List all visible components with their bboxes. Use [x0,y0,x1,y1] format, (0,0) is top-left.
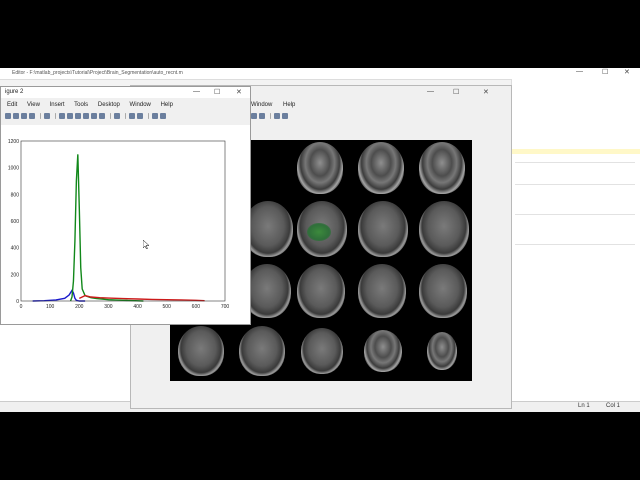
toolbar-icon[interactable] [282,113,288,119]
pan-icon[interactable] [75,113,81,119]
mri-slice [297,264,345,318]
y-tick-label: 1200 [8,139,19,145]
mri-slice [178,326,224,376]
x-tick-label: 400 [133,304,142,310]
fig2-close-button[interactable]: ✕ [236,88,242,96]
toolbar-separator [148,113,149,119]
y-tick-label: 0 [16,299,19,305]
histogram-series-0 [32,288,86,302]
fig2-title: igure 2 [5,89,24,95]
brush-icon[interactable] [99,113,105,119]
mri-slice [301,328,343,374]
x-tick-label: 100 [46,304,55,310]
menu-help[interactable]: Help [283,102,295,108]
histogram-plot-area: 0 100 200 300 400 500 600 700 0 200 400 600 800 1000 1… [1,125,250,324]
tumor-segmentation [307,223,331,241]
menu-window[interactable]: Window [251,102,272,108]
zoom-out-icon[interactable] [67,113,73,119]
menu-tools[interactable]: Tools [74,102,88,108]
mri-slice [364,330,402,372]
mri-slice [239,326,285,376]
link-icon[interactable] [114,113,120,119]
editor-code-area[interactable] [511,154,640,404]
fig1-minimize-button[interactable]: — [427,88,434,95]
toolbar-separator [110,113,111,119]
toolbar-separator [55,113,56,119]
menu-edit[interactable]: Edit [7,102,17,108]
histogram-series-2 [78,294,205,302]
mri-slice [419,201,469,257]
print-icon[interactable] [29,113,35,119]
mri-slice [427,332,457,370]
fig2-maximize-button[interactable]: ☐ [214,88,220,96]
show-plot-tools-icon[interactable] [160,113,166,119]
zoom-in-icon[interactable] [59,113,65,119]
editor-minimize-button[interactable]: — [576,68,583,75]
legend-icon[interactable] [137,113,143,119]
status-column: Col 1 [606,403,621,409]
menu-desktop[interactable]: Desktop [98,102,120,108]
data-cursor-icon[interactable] [91,113,97,119]
x-tick-label: 300 [104,304,113,310]
y-tick-label: 200 [11,272,20,278]
toolbar-icon[interactable] [274,113,280,119]
x-tick-label: 200 [75,304,84,310]
hide-plot-tools-icon[interactable] [152,113,158,119]
fig2-toolbar [5,113,245,123]
editor-right-panel [511,79,640,149]
editor-title: Editor - F:\matlab_projects\Tutorial\Pro… [12,70,183,76]
mouse-cursor-icon [143,240,149,249]
mri-slice-tumor [297,201,347,257]
mri-slice [358,142,404,194]
mri-slice [419,142,465,194]
mri-slice [297,142,343,194]
fig1-toolbar [251,113,511,123]
figure2-window: igure 2 — ☐ ✕ Edit View Insert Tools Des… [0,86,251,325]
fig1-menubar: Window Help [251,102,304,108]
fig1-maximize-button[interactable]: ☐ [453,88,459,96]
editor-left-pane [0,323,130,412]
toolbar-separator [270,113,271,119]
y-tick-label: 600 [11,219,20,225]
editor-close-button[interactable]: ✕ [624,68,630,76]
menu-help[interactable]: Help [161,102,173,108]
mri-slice [419,264,467,318]
x-tick-label: 0 [20,304,23,310]
toolbar-separator [40,113,41,119]
histogram-chart: 0 100 200 300 400 500 600 700 0 200 400 600 800 1000 1… [8,139,230,310]
axes-box [20,140,226,302]
colorbar-icon[interactable] [129,113,135,119]
fig1-close-button[interactable]: ✕ [483,88,489,96]
mri-slice [358,264,406,318]
x-tick-label: 700 [221,304,230,310]
menu-insert[interactable]: Insert [50,102,65,108]
fig2-minimize-button[interactable]: — [193,88,200,95]
histogram-series-1 [69,154,144,302]
axis-ticks: 0 100 200 300 400 500 600 700 0 200 400 600 800 1000 1… [8,139,230,310]
rotate-icon[interactable] [83,113,89,119]
status-line: Ln 1 [578,403,590,409]
x-tick-label: 500 [163,304,172,310]
y-tick-label: 1000 [8,166,19,172]
menu-window[interactable]: Window [130,102,151,108]
fig2-titlebar: igure 2 — ☐ ✕ [1,87,250,98]
open-file-icon[interactable] [13,113,19,119]
save-icon[interactable] [21,113,27,119]
toolbar-icon[interactable] [259,113,265,119]
y-tick-label: 800 [11,192,20,198]
editor-maximize-button[interactable]: ☐ [602,68,608,76]
new-figure-icon[interactable] [5,113,11,119]
x-tick-label: 600 [192,304,201,310]
pointer-icon[interactable] [44,113,50,119]
toolbar-icon[interactable] [251,113,257,119]
y-tick-label: 400 [11,246,20,252]
menu-view[interactable]: View [27,102,40,108]
fig2-menubar: Edit View Insert Tools Desktop Window He… [7,102,181,108]
histogram-lines [32,154,205,302]
toolbar-separator [125,113,126,119]
mri-slice [358,201,408,257]
